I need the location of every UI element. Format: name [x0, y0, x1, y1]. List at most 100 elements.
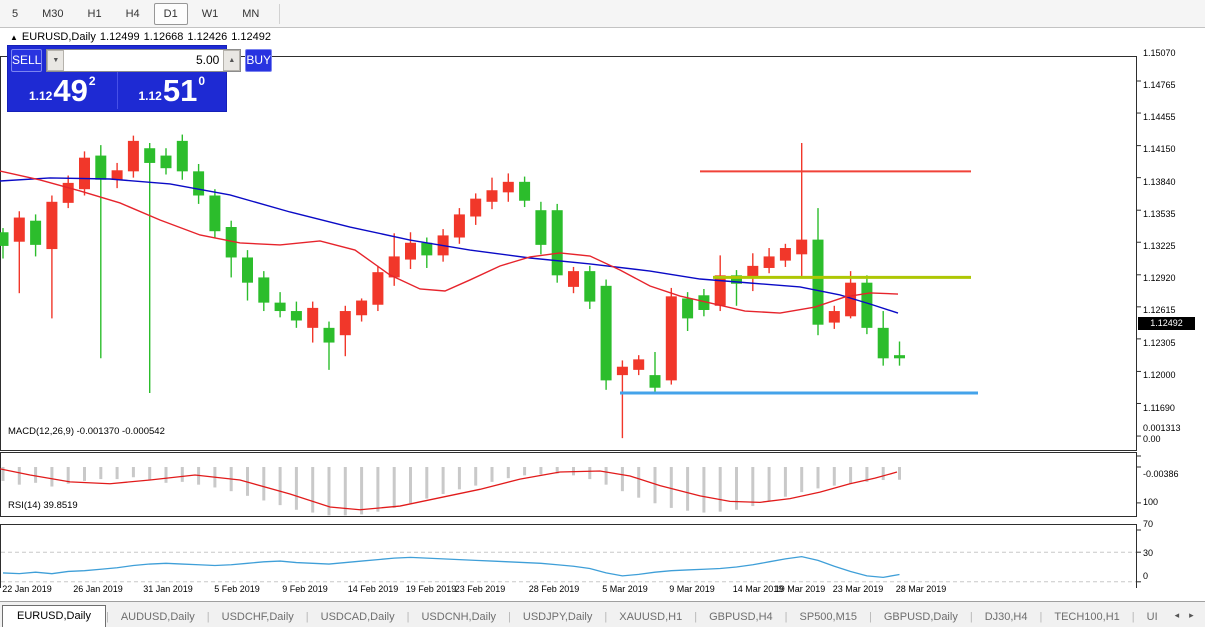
- candle-body: [258, 277, 270, 303]
- volume-input[interactable]: [64, 49, 224, 71]
- candle-body: [665, 296, 677, 381]
- rsi-line: [2, 555, 900, 579]
- candle-body: [144, 148, 156, 163]
- buy-button[interactable]: BUY: [245, 48, 273, 72]
- date-axis-label: 23 Mar 2019: [832, 584, 884, 594]
- candle-body: [372, 272, 384, 305]
- volume-decrease-icon[interactable]: ▼: [47, 49, 65, 71]
- candle-body: [30, 220, 42, 245]
- candle-body: [160, 155, 172, 169]
- candle-body: [274, 302, 286, 312]
- candle-body: [747, 265, 759, 278]
- candle-body: [470, 198, 482, 217]
- candle-body: [616, 366, 628, 376]
- timeframe-button-mn[interactable]: MN: [232, 3, 269, 25]
- candle-body: [568, 271, 579, 287]
- symbol-tab-gbpusd-h4[interactable]: GBPUSD,H4: [697, 607, 785, 627]
- buy-price-prefix: 1.12: [138, 89, 162, 103]
- price-axis-label: 1.12305: [1143, 337, 1176, 348]
- timeframe-button-5[interactable]: 5: [2, 3, 28, 25]
- symbol-tab-usdchf-daily[interactable]: USDCHF,Daily: [210, 607, 306, 627]
- rsi-pane-border: [0, 524, 1137, 588]
- candle-body: [323, 327, 335, 343]
- symbol-tab-dj30-h4[interactable]: DJ30,H4: [973, 607, 1040, 627]
- volume-spinner: ▼ ▲: [46, 48, 242, 72]
- toolbar-separator: [279, 3, 281, 24]
- candle-body: [13, 217, 25, 242]
- candle-body: [551, 210, 563, 276]
- rsi-indicator-label: RSI(14) 39.8519: [8, 500, 78, 511]
- chart-close-value: 1.12492: [231, 31, 271, 43]
- date-axis-label: 31 Jan 2019: [143, 584, 193, 594]
- timeframe-button-d1[interactable]: D1: [153, 2, 188, 25]
- collapse-icon[interactable]: ▲: [10, 33, 18, 42]
- tab-scroll-right-icon[interactable]: ▸: [1184, 610, 1199, 627]
- candle-body: [242, 257, 253, 283]
- candle-body: [79, 157, 90, 190]
- chart-low-value: 1.12426: [187, 31, 228, 43]
- candle-body: [502, 181, 514, 193]
- sell-price-sup: 2: [88, 74, 96, 88]
- chart-open-value: 1.12499: [99, 31, 140, 43]
- candle-body: [127, 140, 139, 172]
- volume-increase-icon[interactable]: ▲: [223, 49, 241, 71]
- chart-high-value: 1.12668: [143, 31, 184, 43]
- date-axis-label: 19 Mar 2019: [774, 584, 826, 594]
- symbol-tab-eurusd-daily[interactable]: EURUSD,Daily: [2, 605, 106, 627]
- candle-body: [193, 171, 205, 196]
- timeframe-button-m30[interactable]: M30: [32, 3, 73, 25]
- candle-body: [176, 140, 188, 172]
- date-axis-label: 14 Feb 2019: [347, 584, 399, 594]
- buy-price-big: 51: [162, 73, 198, 108]
- candle-body: [649, 375, 661, 388]
- price-axis-label: 1.13535: [1143, 208, 1176, 219]
- candle-body: [486, 190, 498, 202]
- candle-body: [46, 201, 58, 250]
- symbol-tab-audusd-daily[interactable]: AUDUSD,Daily: [109, 607, 207, 627]
- candle-body: [421, 242, 433, 256]
- ma-slow-line: [0, 177, 899, 314]
- symbol-tab-gbpusd-daily[interactable]: GBPUSD,Daily: [872, 607, 970, 627]
- price-chart-canvas[interactable]: [0, 28, 1205, 588]
- price-axis-label: 1.14455: [1143, 112, 1176, 123]
- price-axis-label: 1.13225: [1143, 241, 1176, 252]
- candle-body: [307, 307, 319, 328]
- symbol-tab-ui[interactable]: UI: [1135, 607, 1170, 627]
- candle-body: [779, 248, 791, 261]
- ma-fast-line: [0, 170, 899, 314]
- timeframe-button-h4[interactable]: H4: [116, 3, 150, 25]
- candle-body: [682, 298, 694, 319]
- buy-price-sup: 0: [198, 74, 206, 88]
- date-axis-label: 5 Feb 2019: [214, 584, 260, 594]
- buy-price-display[interactable]: 1.12 51 0: [118, 72, 227, 109]
- candle-body: [290, 311, 302, 321]
- one-click-trade-panel: SELL ▼ ▲ BUY 1.12 49 2 1.12 51 0: [8, 46, 273, 111]
- price-axis-label: 1.12920: [1143, 273, 1176, 284]
- price-axis-label: 1.11690: [1143, 402, 1175, 413]
- symbol-tab-sp500-m15[interactable]: SP500,M15: [788, 607, 869, 627]
- symbol-tab-usdcad-daily[interactable]: USDCAD,Daily: [309, 607, 407, 627]
- candle-body: [894, 355, 905, 359]
- candle-body: [356, 300, 368, 316]
- sell-button[interactable]: SELL: [11, 48, 43, 72]
- symbol-tab-bar: EURUSD,Daily | AUDUSD,Daily | USDCHF,Daily | U…: [0, 601, 1205, 627]
- timeframe-button-h1[interactable]: H1: [78, 3, 112, 25]
- timeframe-button-w1[interactable]: W1: [192, 3, 229, 25]
- sell-price-display[interactable]: 1.12 49 2: [8, 72, 118, 109]
- candle-body: [535, 210, 547, 245]
- candle-body: [388, 256, 400, 278]
- symbol-tab-usdcnh-daily[interactable]: USDCNH,Daily: [409, 607, 508, 627]
- tab-scroll-left-icon[interactable]: ◂: [1170, 610, 1185, 627]
- candle-body: [812, 239, 824, 325]
- date-axis-label: 23 Feb 2019: [454, 584, 506, 594]
- symbol-tab-usdjpy-daily[interactable]: USDJPY,Daily: [511, 607, 605, 627]
- symbol-tab-tech100-h1[interactable]: TECH100,H1: [1042, 607, 1131, 627]
- candle-body: [763, 256, 775, 268]
- chart-symbol-label: EURUSD,Daily: [21, 31, 96, 43]
- symbol-tab-xauusd-h1[interactable]: XAUUSD,H1: [607, 607, 694, 627]
- macd-axis-label: -0.00386: [1143, 469, 1179, 480]
- macd-axis-label: 0.001313: [1143, 422, 1181, 433]
- candle-body: [339, 311, 351, 336]
- rsi-axis-label: 0: [1143, 570, 1149, 581]
- date-axis-label: 22 Jan 2019: [2, 584, 52, 594]
